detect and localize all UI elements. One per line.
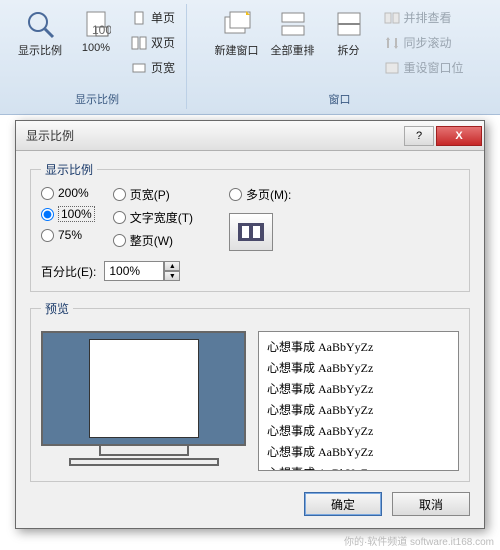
side-by-side-icon <box>384 10 400 26</box>
svg-text:100: 100 <box>92 23 111 37</box>
close-button[interactable]: X <box>436 126 482 146</box>
split-icon <box>334 9 364 39</box>
spin-down[interactable]: ▼ <box>164 271 180 281</box>
zoom-dialog: 显示比例 ? X 显示比例 200% 100% 75% 页宽(P) 文字宽度(T… <box>15 120 485 529</box>
dialog-titlebar[interactable]: 显示比例 ? X <box>16 121 484 151</box>
cancel-button[interactable]: 取消 <box>392 492 470 516</box>
percent-label: 百分比(E): <box>41 263 96 280</box>
pct100-label: 100% <box>82 42 110 54</box>
radio-200[interactable]: 200% <box>41 186 95 200</box>
magnifier-icon <box>25 9 55 39</box>
ribbon-group-zoom: 显示比例 100 100% 单页 双页 页宽 显示比例 <box>8 4 187 109</box>
radio-75[interactable]: 75% <box>41 228 95 242</box>
zoom-group-label: 显示比例 <box>75 89 119 109</box>
radio-page-width[interactable]: 页宽(P) <box>113 186 193 203</box>
arrange-icon <box>278 9 308 39</box>
reset-window-button[interactable]: 重设窗口位 <box>379 56 469 79</box>
window-group-label: 窗口 <box>329 89 351 109</box>
page-width-icon <box>131 60 147 76</box>
two-page-icon <box>131 35 147 51</box>
zoom-button-label: 显示比例 <box>18 42 62 58</box>
radio-100[interactable]: 100% <box>41 206 95 222</box>
zoom-button[interactable]: 显示比例 <box>14 4 66 63</box>
sync-scroll-icon <box>384 35 400 51</box>
page-width-button[interactable]: 页宽 <box>126 56 180 79</box>
dialog-title: 显示比例 <box>26 127 404 144</box>
side-by-side-button[interactable]: 并排查看 <box>379 6 469 29</box>
percent-spinner[interactable]: ▲ ▼ <box>104 261 180 281</box>
help-button[interactable]: ? <box>404 126 434 146</box>
ribbon: 显示比例 100 100% 单页 双页 页宽 显示比例 新建窗口 全部重排 <box>0 0 500 115</box>
split-button[interactable]: 拆分 <box>323 4 375 63</box>
preview-sample: 心想事成 AaBbYyZz 心想事成 AaBbYyZz 心想事成 AaBbYyZ… <box>258 331 459 471</box>
new-window-button[interactable]: 新建窗口 <box>211 4 263 63</box>
preview-legend: 预览 <box>41 300 73 317</box>
watermark: 你的·软件频道 software.it168.com <box>344 533 494 548</box>
radio-text-width[interactable]: 文字宽度(T) <box>113 209 193 226</box>
radio-whole-page[interactable]: 整页(W) <box>113 232 193 249</box>
new-window-icon <box>222 9 252 39</box>
zoom-fieldset: 显示比例 200% 100% 75% 页宽(P) 文字宽度(T) 整页(W) 多… <box>30 161 470 292</box>
sync-scroll-button[interactable]: 同步滚动 <box>379 31 469 54</box>
ribbon-group-window: 新建窗口 全部重排 拆分 并排查看 同步滚动 重设窗口位 窗口 <box>187 4 492 109</box>
pct100-button[interactable]: 100 100% <box>70 4 122 59</box>
radio-multi-page[interactable]: 多页(M): <box>229 186 291 203</box>
one-page-button[interactable]: 单页 <box>126 6 180 29</box>
spin-up[interactable]: ▲ <box>164 261 180 271</box>
one-page-icon <box>131 10 147 26</box>
reset-window-icon <box>384 60 400 76</box>
multi-page-picker[interactable] <box>229 213 273 251</box>
multi-page-icon <box>236 221 266 243</box>
ok-button[interactable]: 确定 <box>304 492 382 516</box>
page-100-icon: 100 <box>81 9 111 39</box>
preview-monitor <box>41 331 246 471</box>
percent-input[interactable] <box>104 261 164 281</box>
two-page-button[interactable]: 双页 <box>126 31 180 54</box>
preview-fieldset: 预览 心想事成 AaBbYyZz 心想事成 AaBbYyZz 心想事成 AaBb… <box>30 300 470 482</box>
zoom-legend: 显示比例 <box>41 161 97 178</box>
arrange-all-button[interactable]: 全部重排 <box>267 4 319 63</box>
